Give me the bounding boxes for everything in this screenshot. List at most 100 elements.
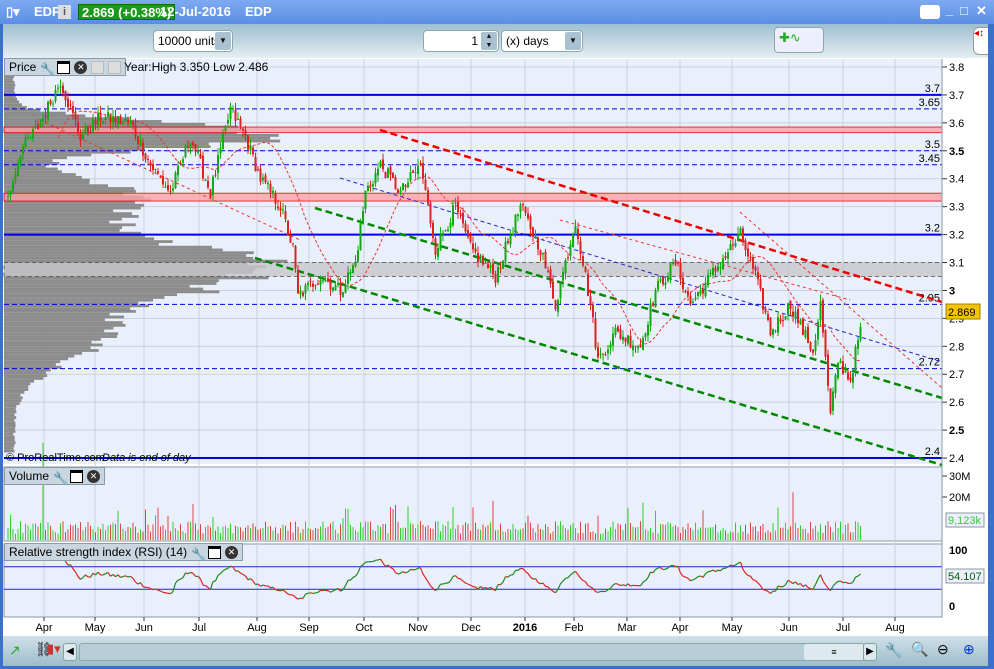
candle-body [637, 346, 639, 349]
candle-body [287, 220, 289, 236]
copyright-text: © ProRealTime.com [6, 452, 105, 464]
window-icon[interactable] [208, 545, 222, 559]
volume-profile-bar [4, 309, 136, 313]
x-tick-label: 2016 [513, 622, 537, 634]
candle-body [47, 101, 49, 120]
candle-body [227, 119, 229, 124]
candle-body [397, 189, 399, 194]
zoom-out-icon[interactable]: ⊖ [937, 641, 949, 658]
scrollbar-thumb[interactable]: ≡ [804, 644, 864, 660]
candle-body [462, 212, 464, 224]
volume-profile-bar [4, 368, 51, 372]
candle-body [592, 304, 594, 318]
y-tick-label: 3.8 [949, 62, 964, 74]
candle-body [809, 342, 812, 351]
candle-body [92, 119, 94, 132]
move-up-icon[interactable] [108, 60, 122, 74]
window-icon[interactable] [70, 469, 84, 483]
close-icon[interactable]: ✕ [87, 469, 101, 483]
candle-body [277, 206, 279, 209]
volume-profile-bar [4, 111, 66, 115]
volume-profile-bar [4, 228, 120, 232]
candle-body [319, 280, 322, 285]
candle-body [579, 240, 582, 255]
candle-body [517, 214, 519, 217]
volume-profile-bar [4, 220, 110, 224]
candle-body [529, 216, 532, 230]
candle-body [767, 314, 769, 321]
candle-body [504, 241, 507, 262]
candle-body [294, 245, 297, 269]
candle-body [804, 329, 807, 338]
candle-body [594, 318, 597, 348]
candle-body [114, 116, 117, 123]
candle-body [612, 333, 614, 346]
zoom-in-icon[interactable]: ⊕ [963, 641, 975, 658]
candle-body [269, 183, 272, 193]
candle-body [442, 232, 444, 235]
scroll-left-button[interactable]: ◀ [63, 643, 77, 661]
candle-body [669, 263, 672, 280]
candle-body [374, 172, 377, 184]
candle-body [694, 297, 697, 300]
candle-body [282, 209, 284, 211]
candle-body [222, 133, 224, 150]
candle-body [194, 144, 197, 153]
candle-body [102, 121, 104, 124]
candle-body [129, 120, 132, 124]
volume-profile-bar [4, 83, 16, 87]
chart-export-icon[interactable]: ↗ [9, 642, 21, 659]
rsi-line-segment [620, 584, 624, 587]
candle-body [279, 207, 282, 211]
candle-body [602, 353, 604, 355]
candle-body [344, 284, 347, 293]
volume-profile-bar [4, 318, 105, 322]
settings-wrench-icon[interactable]: 🔧 [885, 642, 902, 659]
candle-body [532, 227, 534, 237]
window-icon[interactable] [57, 60, 71, 74]
close-icon[interactable]: ✕ [225, 545, 239, 559]
close-icon[interactable]: ✕ [74, 60, 88, 74]
move-down-icon[interactable] [91, 60, 105, 74]
x-tick-label: May [722, 622, 743, 634]
candle-body [7, 195, 9, 197]
level-label: 3.45 [919, 153, 940, 165]
candle-body [524, 207, 527, 214]
candle-body [459, 213, 462, 215]
candle-body [807, 326, 809, 344]
wrench-icon[interactable]: 🔧 [53, 470, 68, 485]
chart-canvas[interactable]: 3.73.653.53.453.22.952.722.4 3.83.73.63.… [0, 0, 994, 669]
candle-body [259, 168, 262, 182]
candle-body [59, 86, 62, 88]
candle-body [32, 128, 34, 139]
candle-body [12, 181, 14, 192]
candle-body [209, 189, 212, 198]
candle-body [167, 184, 169, 191]
candle-body [184, 145, 187, 158]
rsi-line-segment [275, 589, 279, 591]
candle-body [794, 311, 797, 319]
horizontal-scrollbar[interactable]: ≡ [79, 643, 865, 661]
candle-body [307, 282, 309, 286]
candle-body [852, 373, 854, 383]
chart-type-icon[interactable]: ▮▾ [47, 641, 61, 657]
volume-profile-bar [4, 413, 15, 417]
candle-body [362, 211, 364, 225]
candle-body [772, 329, 774, 335]
rsi-line-segment [565, 577, 569, 579]
wrench-icon[interactable]: 🔧 [40, 61, 55, 76]
candle-body [769, 317, 772, 336]
wrench-icon[interactable]: 🔧 [191, 546, 206, 561]
candle-body [469, 235, 472, 242]
zoom-fit-icon[interactable]: 🔍 [911, 641, 928, 658]
candle-body [29, 136, 32, 138]
candle-body [339, 284, 342, 295]
candle-body [262, 177, 264, 181]
rsi-line-segment [297, 597, 301, 600]
candle-body [527, 213, 529, 219]
y-tick-label: 2.5 [949, 425, 964, 437]
rsi-line-segment [122, 575, 126, 578]
candle-body [77, 121, 79, 132]
candle-body [849, 377, 852, 381]
scroll-right-button[interactable]: ▶ [863, 643, 877, 661]
